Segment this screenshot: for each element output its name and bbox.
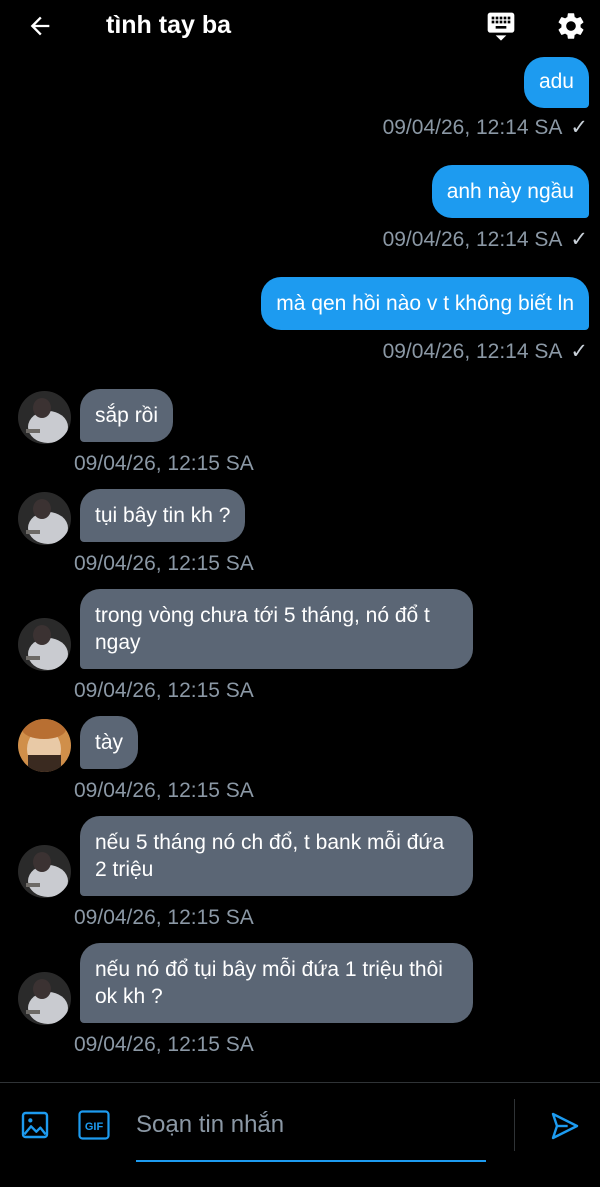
message-text: nếu 5 tháng nó ch đổ, t bank mỗi đứa 2 t…: [95, 831, 445, 881]
message-timestamp: 09/04/26, 12:14 SA ✓: [382, 116, 588, 139]
chat-header: tình tay ba: [0, 0, 600, 52]
gif-button[interactable]: GIF: [77, 1109, 111, 1141]
message-text: tày: [95, 731, 124, 754]
message-timestamp: 09/04/26, 12:15 SA: [74, 1033, 254, 1056]
message-text: sắp rồi: [95, 404, 159, 427]
message-bubble-incoming[interactable]: tày: [80, 716, 139, 769]
message-text: anh này ngầu: [446, 180, 574, 203]
message-text: tụi bây tin kh ?: [95, 504, 231, 527]
message-composer: GIF: [0, 1082, 600, 1187]
back-button[interactable]: [22, 10, 58, 42]
message-bubble-incoming[interactable]: nếu 5 tháng nó ch đổ, t bank mỗi đứa 2 t…: [80, 816, 473, 896]
message-input[interactable]: [136, 1105, 486, 1145]
message-timestamp: 09/04/26, 12:14 SA ✓: [382, 340, 588, 363]
message-timestamp: 09/04/26, 12:14 SA ✓: [382, 228, 588, 251]
message-input-wrapper: [136, 1105, 486, 1162]
message-timestamp: 09/04/26, 12:15 SA: [74, 779, 254, 802]
message-timestamp: 09/04/26, 12:15 SA: [74, 552, 254, 575]
message-text: adu: [538, 70, 574, 93]
message-bubble-outgoing[interactable]: adu: [523, 57, 589, 108]
avatar-image: [18, 492, 71, 545]
send-icon: [551, 1112, 579, 1140]
message-bubble-incoming[interactable]: sắp rồi: [80, 389, 174, 442]
keyboard-button[interactable]: [484, 9, 518, 43]
message-bubble-outgoing[interactable]: anh này ngầu: [431, 165, 589, 218]
message-bubble-incoming[interactable]: nếu nó đổ tụi bây mỗi đứa 1 triệu thôi o…: [80, 943, 473, 1023]
message-text: mà qen hồi nào v t không biết ln: [276, 292, 574, 315]
image-icon: [21, 1111, 49, 1139]
gear-icon: [558, 13, 584, 39]
gif-icon: GIF: [78, 1110, 110, 1140]
avatar[interactable]: [18, 719, 71, 772]
message-bubble-incoming[interactable]: tụi bây tin kh ?: [80, 489, 246, 542]
conversation-title[interactable]: tình tay ba: [106, 10, 231, 40]
send-button[interactable]: [546, 1107, 584, 1145]
settings-button[interactable]: [552, 7, 590, 45]
avatar[interactable]: [18, 618, 71, 671]
avatar-image: [18, 391, 71, 444]
message-bubble-outgoing[interactable]: mà qen hồi nào v t không biết ln: [261, 277, 589, 330]
message-text: trong vòng chưa tới 5 tháng, nó đổ t nga…: [95, 604, 430, 654]
sent-check-icon: ✓: [570, 228, 588, 251]
message-timestamp: 09/04/26, 12:15 SA: [74, 906, 254, 929]
message-text: nếu nó đổ tụi bây mỗi đứa 1 triệu thôi o…: [95, 958, 443, 1008]
avatar[interactable]: [18, 492, 71, 545]
avatar-image: [18, 618, 71, 671]
arrow-left-icon: [30, 16, 50, 36]
message-timestamp: 09/04/26, 12:15 SA: [74, 452, 254, 475]
svg-text:GIF: GIF: [85, 1121, 104, 1133]
avatar-image: [18, 972, 71, 1025]
avatar[interactable]: [18, 845, 71, 898]
attach-image-button[interactable]: [18, 1108, 52, 1142]
sent-check-icon: ✓: [570, 116, 588, 139]
avatar[interactable]: [18, 391, 71, 444]
avatar-image: [18, 845, 71, 898]
message-list[interactable]: adu 09/04/26, 12:14 SA ✓ anh này ngầu 09/…: [0, 52, 600, 1080]
composer-divider: [514, 1099, 515, 1151]
avatar-image: [18, 719, 71, 772]
message-bubble-incoming[interactable]: trong vòng chưa tới 5 tháng, nó đổ t nga…: [80, 589, 473, 669]
keyboard-icon: [487, 12, 515, 41]
sent-check-icon: ✓: [570, 340, 588, 363]
avatar[interactable]: [18, 972, 71, 1025]
message-timestamp: 09/04/26, 12:15 SA: [74, 679, 254, 702]
